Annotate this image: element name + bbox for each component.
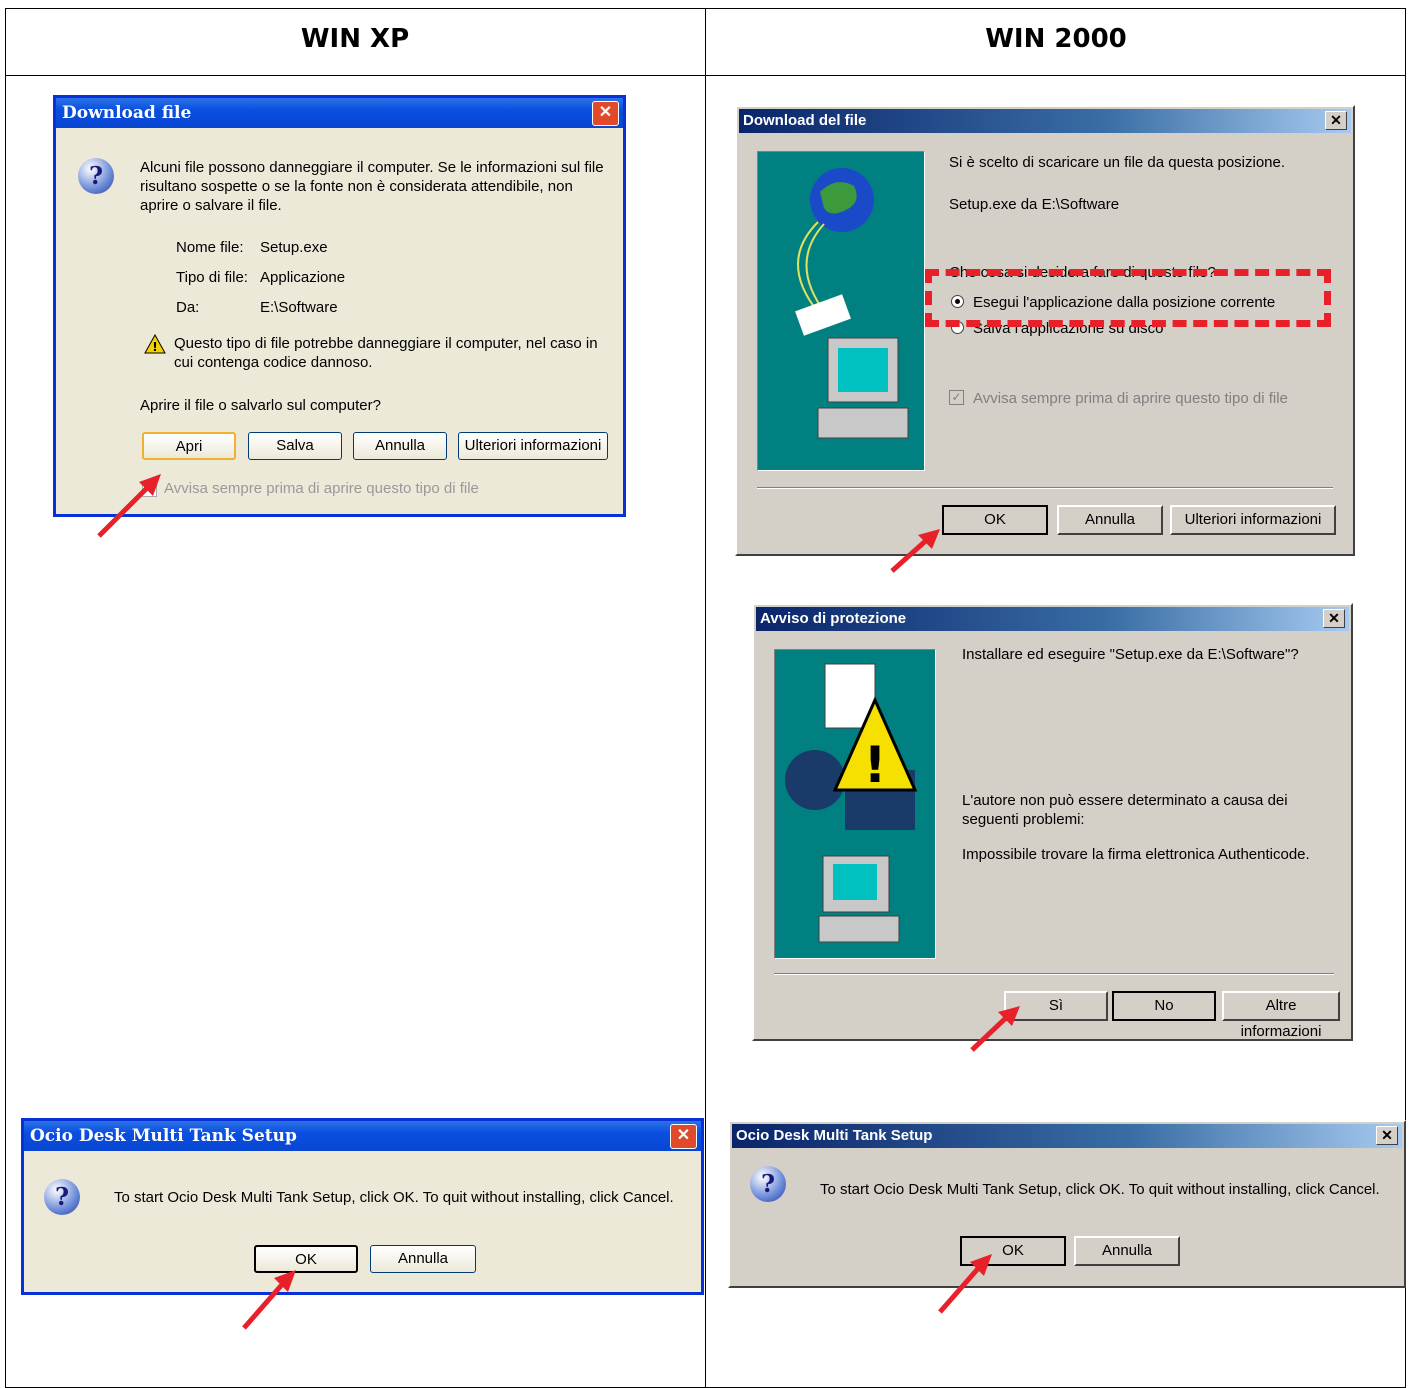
open-button[interactable]: Apri [142,432,236,460]
close-icon[interactable]: ✕ [1323,609,1345,628]
close-icon[interactable]: ✕ [670,1124,697,1149]
install-question: Installare ed eseguire "Setup.exe da E:\… [962,646,1299,663]
always-ask-label: Avvisa sempre prima di aprire questo tip… [164,480,479,497]
ok-button[interactable]: OK [942,505,1048,535]
file-from-label: Da: [176,299,200,316]
signature-missing-text: Impossibile trovare la firma elettronica… [962,846,1310,863]
close-icon[interactable]: ✕ [1376,1126,1398,1145]
xp-download-dialog: Download file ✕ ? Alcuni file possono da… [53,95,626,517]
dialog-title: Download del file [739,109,1351,133]
header-win-xp: WIN XP [300,24,410,54]
more-info-button[interactable]: Ulteriori informazioni [1170,505,1336,535]
file-from-value: E:\Software [260,299,338,316]
dialog-title: Ocio Desk Multi Tank Setup [24,1121,701,1151]
security-illustration: ! [774,649,936,959]
arrow-icon [890,529,940,573]
close-icon[interactable]: ✕ [1325,111,1347,130]
dialog-separator [774,973,1334,975]
xp-setup-dialog: Ocio Desk Multi Tank Setup ✕ ? To start … [21,1118,704,1295]
dialog-separator [757,487,1333,489]
w2k-download-dialog: Download del file ✕ Si è scelto di scari… [735,105,1355,556]
svg-text:!: ! [152,340,157,354]
file-type-value: Applicazione [260,269,346,286]
warning-computer-icon: ! [785,663,918,943]
setup-message: To start Ocio Desk Multi Tank Setup, cli… [820,1181,1380,1198]
always-ask-checkbox[interactable]: ✓ [949,390,964,405]
download-intro-text: Si è scelto di scaricare un file da ques… [949,154,1286,171]
globe-computer-icon [795,168,909,439]
download-illustration [757,151,925,471]
arrow-icon [970,1006,1020,1052]
cancel-button[interactable]: Annulla [370,1245,476,1273]
more-info-button[interactable]: Ulteriori informazioni [458,432,608,460]
question-icon: ? [750,1166,786,1202]
save-button[interactable]: Salva [248,432,342,460]
question-icon: ? [44,1179,80,1215]
column-divider [705,8,706,1388]
w2k-security-dialog: Avviso di protezione ✕ ! Installare ed e… [752,603,1353,1041]
security-warning-text: Questo tipo di file potrebbe danneggiare… [174,335,598,371]
download-warning-message: Alcuni file possono danneggiare il compu… [140,159,604,214]
cancel-button[interactable]: Annulla [1074,1236,1180,1266]
arrow-icon [97,474,161,538]
close-icon[interactable]: ✕ [592,101,619,126]
highlight-box [925,269,1331,327]
header-win-2000: WIN 2000 [985,24,1127,54]
cancel-button[interactable]: Annulla [1057,505,1163,535]
more-info-button[interactable]: Altre informazioni [1222,991,1340,1040]
header-divider [5,75,1406,76]
arrow-icon [242,1270,296,1330]
cancel-button[interactable]: Annulla [353,432,447,460]
open-or-save-question: Aprire il file o salvarlo sul computer? [140,397,381,414]
file-source-text: Setup.exe da E:\Software [949,196,1120,213]
always-ask-label: Avvisa sempre prima di aprire questo tip… [973,390,1288,407]
warning-icon: ! [144,334,166,354]
arrow-icon [938,1254,992,1314]
file-name-label: Nome file: [176,239,244,256]
svg-text:!: ! [864,736,887,794]
no-button[interactable]: No [1112,991,1216,1021]
file-name-value: Setup.exe [260,239,328,256]
w2k-setup-dialog: Ocio Desk Multi Tank Setup ✕ ? To start … [728,1120,1406,1288]
file-type-label: Tipo di file: [176,269,248,286]
setup-message: To start Ocio Desk Multi Tank Setup, cli… [114,1189,674,1206]
dialog-title: Avviso di protezione [756,607,1349,631]
dialog-title: Download file [56,98,623,128]
author-unknown-text: L'autore non può essere determinato a ca… [962,792,1288,828]
question-icon: ? [78,158,114,194]
dialog-title: Ocio Desk Multi Tank Setup [732,1124,1402,1148]
